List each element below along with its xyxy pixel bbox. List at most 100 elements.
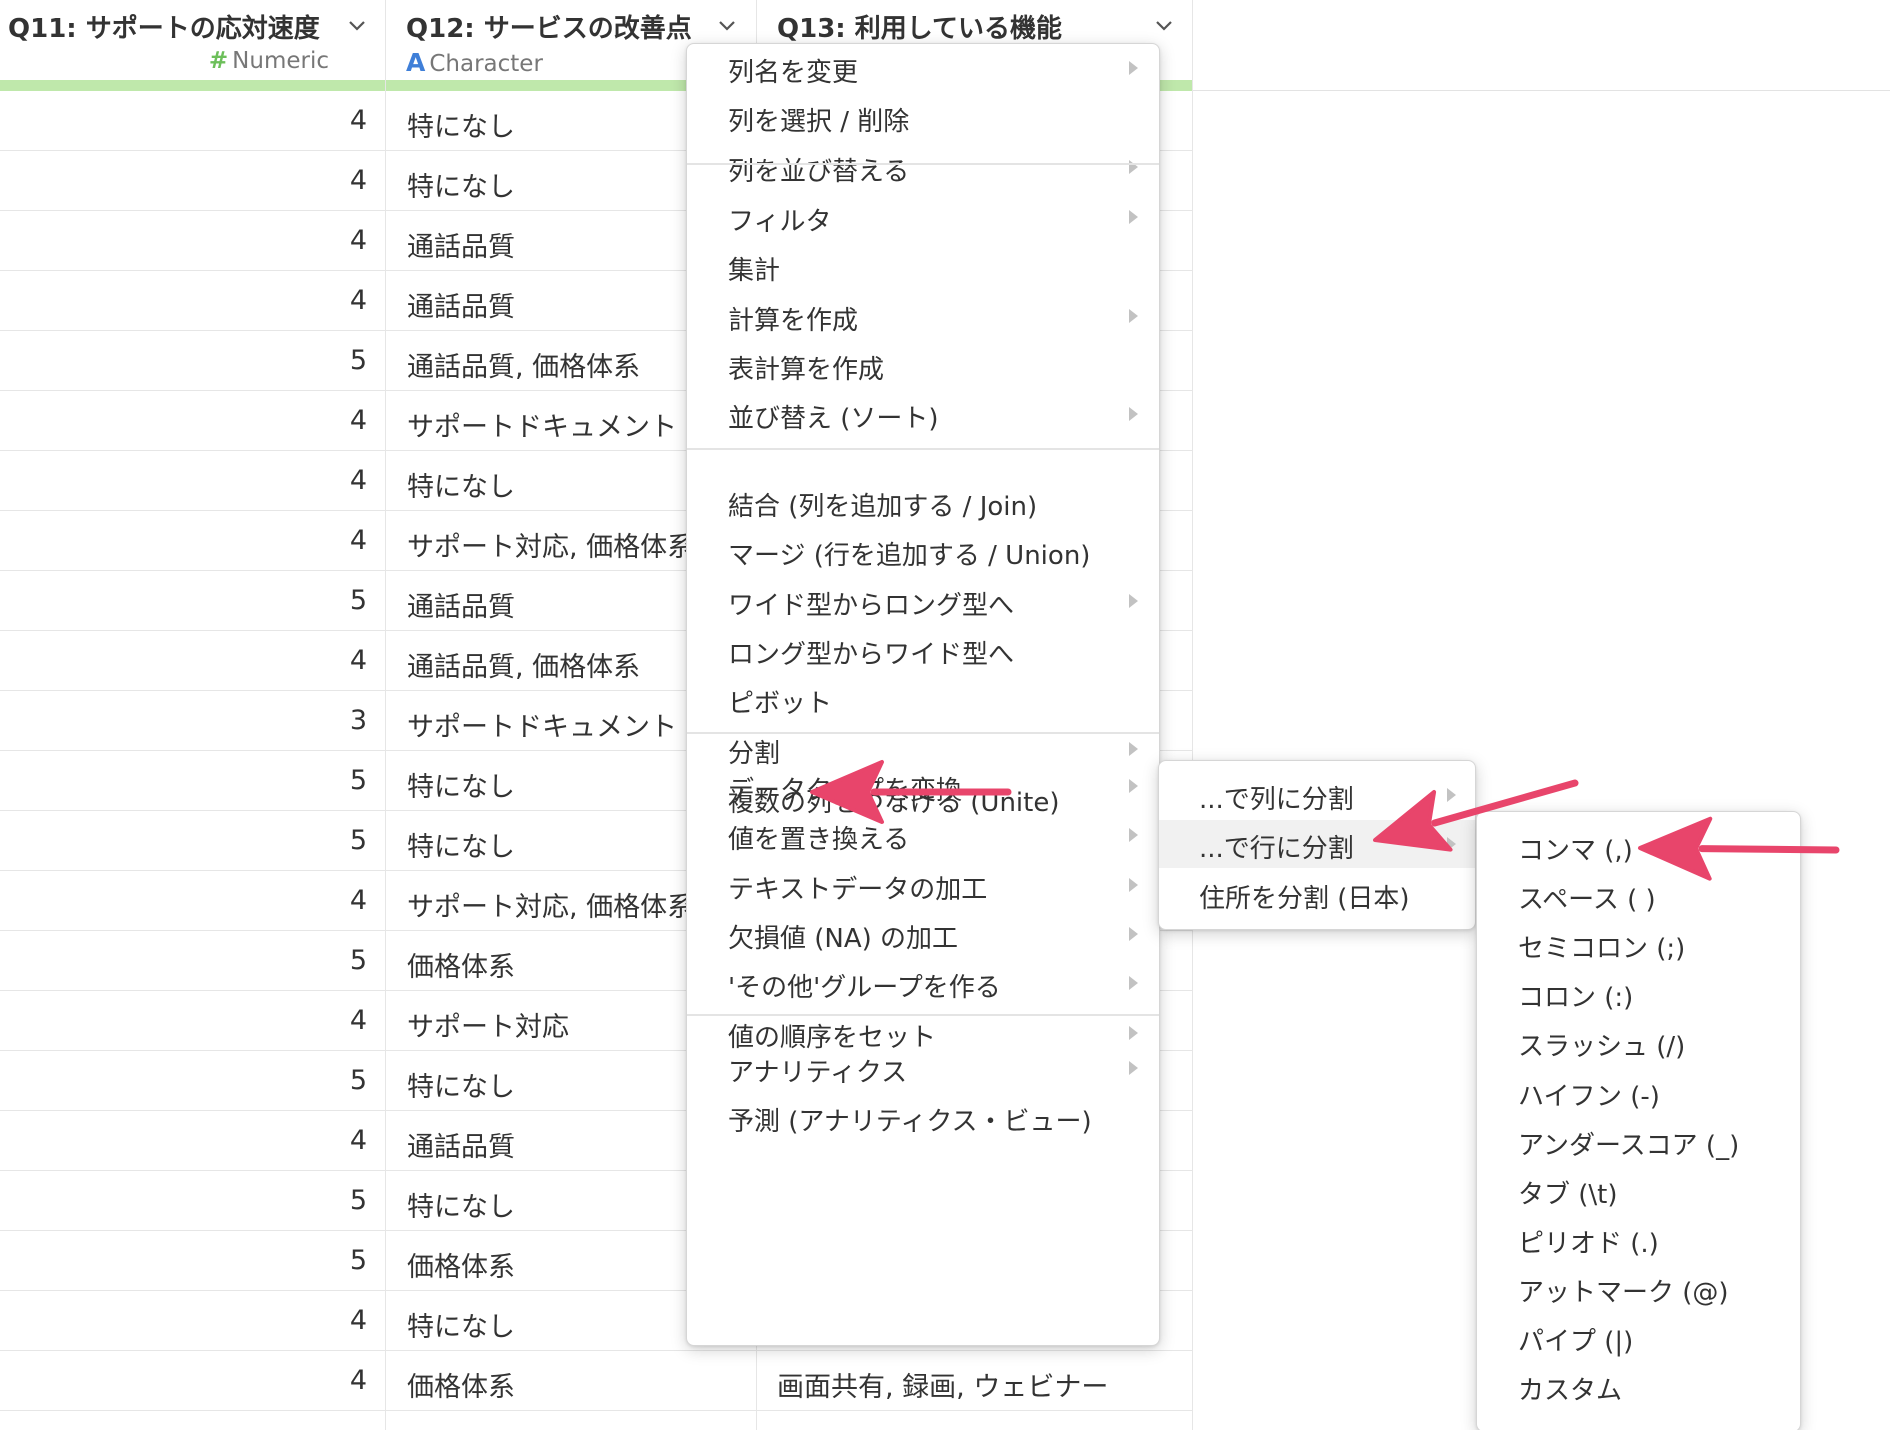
cell-q11: 5 — [349, 345, 367, 376]
context-menu-item[interactable]: 値を置き換える — [687, 811, 1159, 859]
menu-item-label: 住所を分割 (日本) — [1199, 883, 1410, 914]
column-title: Q12: サービスの改善点 — [406, 14, 692, 44]
cell-q11: 4 — [349, 1305, 367, 1336]
delimiter-menu-item[interactable]: ハイフン (-) — [1477, 1068, 1800, 1116]
menu-separator — [687, 448, 1159, 450]
menu-item-label: コロン (:) — [1518, 983, 1634, 1014]
cell-q11: 4 — [349, 1005, 367, 1036]
cell-q12: 特になし — [407, 112, 515, 143]
menu-item-label: カスタム — [1518, 1376, 1623, 1407]
context-menu-item[interactable]: マージ (行を追加する / Union) — [687, 527, 1159, 575]
cell-q12: 通話品質 — [407, 292, 515, 323]
context-menu-item[interactable]: 列を並び替える — [687, 143, 1159, 191]
delimiter-submenu: コンマ (,) スペース ( ) セミコロン (;) コロン (:) スラッシュ (/)… — [1476, 811, 1801, 1430]
chevron-down-icon[interactable] — [346, 14, 368, 36]
delimiter-menu-item[interactable]: スラッシュ (/) — [1477, 1018, 1800, 1066]
context-menu-item[interactable]: ピボット — [687, 675, 1159, 723]
menu-item-label: タブ (\t) — [1518, 1179, 1618, 1210]
context-menu-item[interactable]: 'その他'グループを作る — [687, 959, 1159, 1007]
header-divider — [1193, 90, 1890, 91]
cell-q13: 画面共有, 録画, ウェビナー — [777, 1372, 1109, 1403]
context-menu-item[interactable]: 列を選択 / 削除 — [687, 93, 1159, 141]
cell-q11: 5 — [349, 945, 367, 976]
context-menu-item[interactable]: アナリティクス — [687, 1044, 1159, 1092]
cell-q12: 通話品質 — [407, 232, 515, 263]
cell-q12: 特になし — [407, 832, 515, 863]
delimiter-menu-item[interactable]: コンマ (,) — [1477, 822, 1800, 870]
delimiter-menu-item[interactable]: ピリオド (.) — [1477, 1215, 1800, 1263]
cell-q12: 特になし — [407, 472, 515, 503]
cell-q12: サポート対応 — [407, 1012, 569, 1043]
context-menu-item[interactable]: テキストデータの加工 — [687, 861, 1159, 909]
cell-q11: 4 — [349, 405, 367, 436]
cell-q12: 価格体系 — [407, 1252, 515, 1283]
menu-item-label: アットマーク (@) — [1518, 1277, 1729, 1308]
context-menu-item[interactable]: 表計算を作成 — [687, 341, 1159, 389]
cell-q12: サポート対応, 価格体系 — [407, 532, 695, 563]
delimiter-menu-item[interactable]: パイプ (|) — [1477, 1313, 1800, 1361]
context-menu-item[interactable]: 予測 (アナリティクス・ビュー) — [687, 1093, 1159, 1141]
cell-q11: 4 — [349, 1365, 367, 1396]
cell-q12: サポートドキュメント — [407, 712, 677, 743]
delimiter-menu-item[interactable]: セミコロン (;) — [1477, 920, 1800, 968]
delimiter-menu-item[interactable]: タブ (\t) — [1477, 1166, 1800, 1214]
delimiter-menu-item[interactable]: コロン (:) — [1477, 969, 1800, 1017]
context-menu-item[interactable]: 列名を変更 — [687, 44, 1159, 92]
context-menu-item[interactable]: フィルタ — [687, 193, 1159, 241]
cell-q11: 4 — [349, 105, 367, 136]
menu-item-label: ワイド型からロング型へ — [728, 590, 1015, 621]
menu-item-label: ピボット — [728, 689, 833, 720]
cell-q12: 価格体系 — [407, 952, 515, 983]
cell-q11: 4 — [349, 165, 367, 196]
context-menu-item[interactable]: ロング型からワイド型へ — [687, 626, 1159, 674]
split-menu-item[interactable]: 住所を分割 (日本) — [1159, 870, 1475, 918]
cell-q11: 5 — [349, 1065, 367, 1096]
menu-item-label: 表計算を作成 — [728, 354, 885, 385]
menu-item-label: スペース ( ) — [1518, 885, 1656, 916]
delimiter-menu-item[interactable]: アットマーク (@) — [1477, 1264, 1800, 1312]
submenu-arrow-icon — [1447, 788, 1456, 802]
menu-item-label: ピリオド (.) — [1518, 1228, 1659, 1259]
menu-item-label: テキストデータの加工 — [728, 874, 988, 905]
context-menu-item[interactable]: 並び替え (ソート) — [687, 390, 1159, 438]
cell-q12: 特になし — [407, 1192, 515, 1223]
cell-q12: 通話品質 — [407, 1132, 515, 1163]
column-type-label: A Character — [406, 48, 543, 77]
context-menu-item[interactable]: 計算を作成 — [687, 292, 1159, 340]
submenu-arrow-icon — [1129, 407, 1138, 422]
context-menu-item[interactable]: 欠損値 (NA) の加工 — [687, 910, 1159, 958]
delimiter-menu-item[interactable]: アンダースコア (_) — [1477, 1117, 1800, 1165]
menu-item-label: 列を並び替える — [728, 156, 910, 187]
menu-item-label: マージ (行を追加する / Union) — [728, 541, 1091, 572]
chevron-down-icon[interactable] — [716, 14, 738, 36]
column-context-menu: 列名を変更列を選択 / 削除 列を並び替える フィルタ集計 計算を作成表計算を作成並び… — [686, 43, 1160, 1346]
menu-item-label: 'その他'グループを作る — [728, 973, 1001, 1004]
context-menu-item[interactable]: データタイプを変換 — [687, 762, 1159, 810]
cell-q11: 4 — [349, 885, 367, 916]
split-submenu: ...で列に分割 ...で行に分割住所を分割 (日本) — [1158, 760, 1476, 930]
cell-q12: 通話品質, 価格体系 — [407, 352, 641, 383]
menu-item-label: フィルタ — [728, 207, 832, 237]
submenu-arrow-icon — [1129, 159, 1138, 174]
column-header-q11[interactable]: Q11: サポートの応対速度 # Numeric — [0, 0, 385, 80]
delimiter-menu-item[interactable]: スペース ( ) — [1477, 871, 1800, 919]
context-menu-item[interactable]: 結合 (列を追加する / Join) — [687, 478, 1159, 526]
split-menu-item[interactable]: ...で列に分割 — [1159, 771, 1475, 819]
menu-item-label: 値を置き換える — [728, 825, 910, 856]
split-menu-item[interactable]: ...で行に分割 — [1159, 820, 1475, 869]
menu-item-label: 列を選択 / 削除 — [728, 107, 910, 138]
submenu-arrow-icon — [1129, 877, 1138, 892]
submenu-arrow-icon — [1129, 926, 1138, 941]
context-menu-item[interactable]: 集計 — [687, 242, 1159, 290]
submenu-arrow-icon — [1129, 308, 1138, 323]
menu-item-label: スラッシュ (/) — [1518, 1032, 1686, 1063]
submenu-arrow-icon — [1129, 828, 1138, 843]
menu-item-label: パイプ (|) — [1518, 1327, 1634, 1357]
cell-q12: 特になし — [407, 172, 515, 203]
context-menu-item[interactable]: ワイド型からロング型へ — [687, 577, 1159, 625]
chevron-down-icon[interactable] — [1153, 14, 1175, 36]
cell-q11: 5 — [349, 765, 367, 796]
menu-item-label: アナリティクス — [728, 1058, 908, 1088]
submenu-arrow-icon — [1129, 61, 1138, 75]
delimiter-menu-item[interactable]: カスタム — [1477, 1362, 1800, 1410]
